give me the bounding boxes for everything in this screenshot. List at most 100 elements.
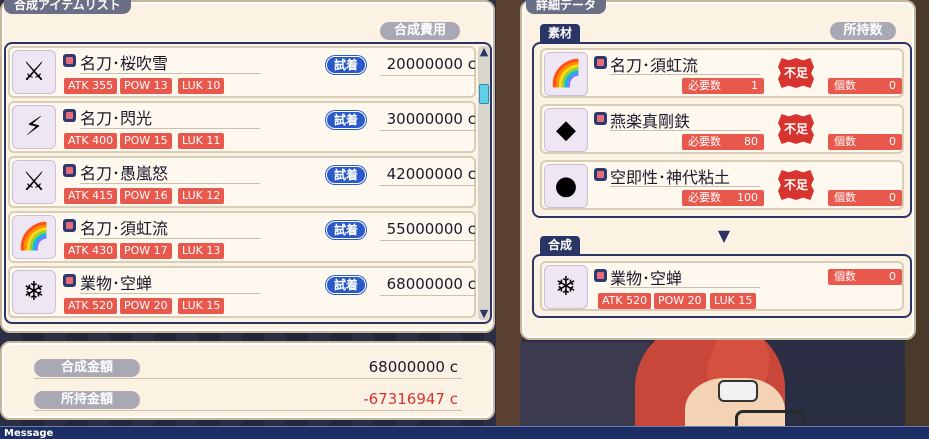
- material-item[interactable]: 🌈 名刀･須虹流 必要数 1 不足 個数 0: [540, 48, 904, 98]
- divider: [380, 75, 476, 76]
- divider: [80, 183, 260, 184]
- stat-pow: POW 16: [120, 188, 172, 204]
- material-item[interactable]: ● 空即性･神代粘土 必要数 100 不足 個数 0: [540, 160, 904, 210]
- stat-pow: POW 20: [120, 298, 172, 314]
- required-count: 必要数 80: [682, 134, 764, 150]
- material-name: 名刀･須虹流: [610, 56, 699, 75]
- required-count: 必要数 100: [682, 190, 764, 206]
- stat-luk: LUK 13: [178, 243, 225, 259]
- totals-panel: 合成金額 68000000 c 所持金額 -67316947 c: [0, 341, 495, 420]
- rainbow-katana-icon: 🌈: [544, 52, 588, 96]
- item-list: ⚔ 名刀･桜吹雪 ATK 355 POW 13 LUK 10 試着 200000…: [4, 42, 492, 324]
- item-bullet-icon: [594, 269, 607, 282]
- katana-icon: 🌈: [12, 215, 56, 259]
- cost-column-header: 合成費用: [380, 22, 460, 40]
- try-on-button[interactable]: 試着: [326, 111, 366, 129]
- blue-ore-icon: ◆: [544, 108, 588, 152]
- down-arrow-icon: ▼: [717, 226, 731, 245]
- stat-atk: ATK 520: [64, 298, 118, 314]
- result-stat-pow: POW 20: [654, 293, 706, 309]
- materials-section-tag: 素材: [540, 24, 581, 42]
- divider: [80, 238, 260, 239]
- message-bar: Message: [0, 426, 929, 439]
- list-scrollbar[interactable]: ▲ ▼: [478, 46, 490, 320]
- list-item[interactable]: ⚔ 名刀･愚嵐怒 ATK 415 POW 16 LUK 12 試着 420000…: [8, 156, 476, 208]
- item-price: 55000000 c: [386, 220, 476, 238]
- item-price: 42000000 c: [386, 165, 476, 183]
- item-price: 68000000 c: [386, 275, 476, 293]
- shortage-badge: 不足: [778, 58, 814, 88]
- item-name: 業物･空蝉: [80, 274, 153, 293]
- katana-icon: ❄: [12, 270, 56, 314]
- detail-data-panel: 詳細データ 所持数 素材 🌈 名刀･須虹流 必要数 1 不足 個数 0 ◆ 燕楽真剛…: [520, 0, 916, 340]
- stat-luk: LUK 10: [178, 78, 225, 94]
- result-item[interactable]: ❄ 業物･空蝉 ATK 520 POW 20 LUK 15 個数 0: [540, 261, 904, 311]
- katana-icon: ⚔: [12, 50, 56, 94]
- try-on-button[interactable]: 試着: [326, 166, 366, 184]
- stat-pow: POW 17: [120, 243, 172, 259]
- stat-atk: ATK 415: [64, 188, 118, 204]
- divider: [610, 287, 760, 288]
- divider: [610, 74, 760, 75]
- owned-count-header: 所持数: [830, 22, 896, 40]
- stat-luk: LUK 11: [178, 133, 225, 149]
- result-section: ❄ 業物･空蝉 ATK 520 POW 20 LUK 15 個数 0: [532, 254, 912, 318]
- material-item[interactable]: ◆ 燕楽真剛鉄 必要数 80 不足 個数 0: [540, 104, 904, 154]
- stat-luk: LUK 15: [178, 298, 225, 314]
- materials-section: 🌈 名刀･須虹流 必要数 1 不足 個数 0 ◆ 燕楽真剛鉄 必要数 80 不足 個数…: [532, 42, 912, 218]
- divider: [380, 295, 476, 296]
- item-name: 名刀･桜吹雪: [80, 54, 169, 73]
- shortage-badge: 不足: [778, 114, 814, 144]
- list-item[interactable]: ⚡ 名刀･閃光 ATK 400 POW 15 LUK 11 試着 3000000…: [8, 101, 476, 153]
- divider: [380, 240, 476, 241]
- result-owned-count: 個数 0: [828, 269, 902, 285]
- scroll-up-arrow-icon[interactable]: ▲: [478, 46, 490, 58]
- result-stat-atk: ATK 520: [598, 293, 652, 309]
- synthesis-item-list-panel: 合成アイテムリスト 合成費用 ⚔ 名刀･桜吹雪 ATK 355 POW 13 L…: [0, 0, 495, 333]
- result-item-icon: ❄: [544, 265, 588, 309]
- owned-count: 個数 0: [828, 78, 902, 94]
- stat-luk: LUK 12: [178, 188, 225, 204]
- item-bullet-icon: [63, 109, 76, 122]
- scroll-down-arrow-icon[interactable]: ▼: [478, 308, 490, 320]
- result-item-name: 業物･空蝉: [610, 269, 683, 288]
- item-bullet-icon: [63, 274, 76, 287]
- panel-title: 合成アイテムリスト: [4, 0, 131, 14]
- list-item[interactable]: ❄ 業物･空蝉 ATK 520 POW 20 LUK 15 試着 6800000…: [8, 266, 476, 318]
- item-price: 20000000 c: [386, 55, 476, 73]
- try-on-button[interactable]: 試着: [326, 221, 366, 239]
- item-bullet-icon: [594, 112, 607, 125]
- synthesis-cost-label: 合成金額: [34, 359, 140, 377]
- owned-count: 個数 0: [828, 190, 902, 206]
- katana-icon: ⚡: [12, 105, 56, 149]
- shortage-badge: 不足: [778, 170, 814, 200]
- stat-atk: ATK 400: [64, 133, 118, 149]
- stat-atk: ATK 430: [64, 243, 118, 259]
- owned-money-value: -67316947 c: [363, 390, 458, 408]
- material-name: 空即性･神代粘土: [610, 168, 731, 187]
- list-item[interactable]: ⚔ 名刀･桜吹雪 ATK 355 POW 13 LUK 10 試着 200000…: [8, 46, 476, 98]
- divider: [380, 185, 476, 186]
- background-pillar: [496, 0, 522, 439]
- try-on-button[interactable]: 試着: [326, 276, 366, 294]
- item-name: 名刀･須虹流: [80, 219, 169, 238]
- item-bullet-icon: [63, 219, 76, 232]
- divider: [380, 130, 476, 131]
- stat-pow: POW 13: [120, 78, 172, 94]
- stat-atk: ATK 355: [64, 78, 118, 94]
- divider: [610, 186, 760, 187]
- item-bullet-icon: [63, 54, 76, 67]
- divider: [80, 293, 260, 294]
- panel-title: 詳細データ: [526, 0, 607, 14]
- list-item[interactable]: 🌈 名刀･須虹流 ATK 430 POW 17 LUK 13 試着 550000…: [8, 211, 476, 263]
- divider: [610, 130, 760, 131]
- divider: [34, 378, 462, 379]
- owned-money-label: 所持金額: [34, 391, 140, 409]
- item-bullet-icon: [594, 168, 607, 181]
- try-on-button[interactable]: 試着: [326, 56, 366, 74]
- synthesis-cost-value: 68000000 c: [368, 358, 458, 376]
- scroll-thumb[interactable]: [479, 84, 489, 104]
- message-label: Message: [4, 428, 54, 439]
- katana-icon: ⚔: [12, 160, 56, 204]
- material-name: 燕楽真剛鉄: [610, 112, 691, 131]
